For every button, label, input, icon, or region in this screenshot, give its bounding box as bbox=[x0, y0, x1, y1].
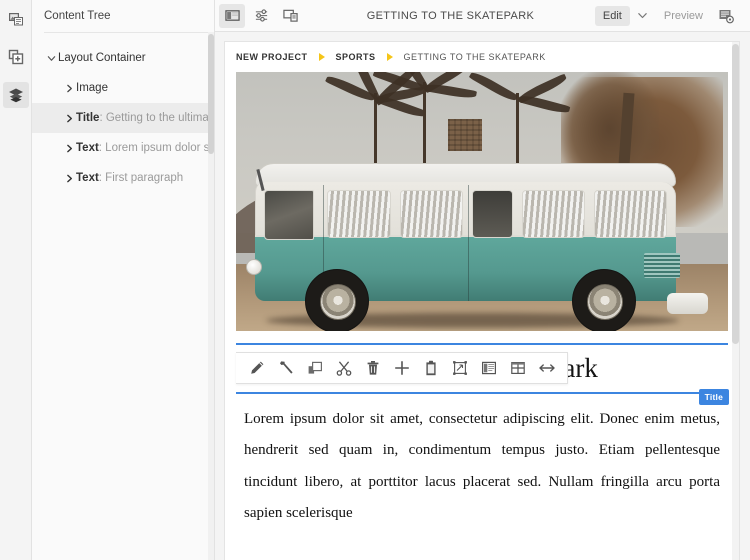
van-front-window bbox=[263, 189, 314, 240]
left-icon-rail bbox=[0, 0, 32, 560]
tree-item-layout-container[interactable]: Layout Container bbox=[32, 43, 214, 73]
van-window bbox=[521, 189, 586, 239]
app-root: Content Tree Layout Container Image Titl… bbox=[0, 0, 750, 560]
van-window-dark bbox=[472, 189, 513, 239]
chevron-right-icon[interactable] bbox=[62, 84, 76, 93]
delete-trash-icon[interactable] bbox=[358, 353, 387, 383]
palm-trunk bbox=[422, 82, 426, 166]
status-badge: Title bbox=[698, 388, 729, 405]
tree-item-text-lorem[interactable]: Text : Lorem ipsum dolor sit am bbox=[32, 133, 214, 163]
topbar-actions: Edit Preview bbox=[594, 4, 742, 28]
preview-button[interactable]: Preview bbox=[656, 6, 711, 26]
van-window bbox=[594, 189, 667, 239]
page-scrollbar-thumb[interactable] bbox=[732, 44, 739, 344]
van-window bbox=[399, 189, 464, 239]
responsive-device-icon[interactable] bbox=[277, 4, 303, 28]
van-bumper bbox=[666, 292, 708, 314]
breadcrumb: NEW PROJECT SPORTS GETTING TO THE SKATEP… bbox=[225, 42, 739, 72]
horizontal-resize-icon[interactable] bbox=[532, 353, 561, 383]
layers-icon[interactable] bbox=[2, 82, 29, 108]
chevron-right-icon[interactable] bbox=[62, 114, 76, 123]
image-block[interactable] bbox=[236, 72, 728, 331]
tree-item-label: Text bbox=[76, 142, 99, 154]
page-canvas: NEW PROJECT SPORTS GETTING TO THE SKATEP… bbox=[224, 41, 740, 560]
duplicate-icon[interactable] bbox=[300, 353, 329, 383]
stone-post bbox=[447, 118, 482, 151]
resize-transform-icon[interactable] bbox=[445, 353, 474, 383]
content-tree-header: Content Tree bbox=[32, 0, 214, 32]
breadcrumb-item-new-project[interactable]: NEW PROJECT bbox=[236, 52, 308, 62]
chevron-down-icon[interactable] bbox=[632, 5, 654, 27]
paragraph-text[interactable]: Lorem ipsum dolor sit amet, consectetur … bbox=[244, 404, 720, 530]
add-plus-icon[interactable] bbox=[387, 353, 416, 383]
tree-item-title[interactable]: Title : Getting to the ultimate ska bbox=[32, 103, 214, 133]
wrench-settings-icon[interactable] bbox=[271, 353, 300, 383]
tree-item-sublabel: : Lorem ipsum dolor sit am bbox=[98, 142, 214, 154]
tree-item-label: Text bbox=[76, 172, 99, 184]
van-rear-wheel bbox=[571, 268, 636, 331]
palm-trunk bbox=[516, 92, 520, 166]
breadcrumb-separator-icon bbox=[386, 53, 393, 61]
tree-item-sublabel: : Getting to the ultimate ska bbox=[99, 112, 214, 124]
content-tree-list: Layout Container Image Title : Getting t… bbox=[32, 33, 214, 193]
toggle-sidebar-icon[interactable] bbox=[219, 3, 245, 28]
tree-item-image[interactable]: Image bbox=[32, 73, 214, 103]
edit-mode-button[interactable]: Edit bbox=[594, 5, 630, 26]
tree-canopy-mid bbox=[560, 72, 660, 176]
van-engine-vent bbox=[644, 252, 681, 279]
page-settings-icon[interactable] bbox=[713, 4, 739, 28]
content-tree-title: Content Tree bbox=[44, 10, 111, 22]
breadcrumb-separator-icon bbox=[318, 53, 325, 61]
tree-item-label: Layout Container bbox=[58, 52, 146, 64]
content-tree-panel: Content Tree Layout Container Image Titl… bbox=[32, 0, 215, 560]
vw-van-illustration bbox=[245, 162, 708, 331]
tree-item-text-first-paragraph[interactable]: Text : First paragraph bbox=[32, 163, 214, 193]
van-window bbox=[327, 189, 391, 239]
settings-sliders-icon[interactable] bbox=[248, 4, 274, 28]
van-headlamp bbox=[245, 259, 262, 276]
breadcrumb-item-current: GETTING TO THE SKATEPARK bbox=[403, 52, 546, 62]
breadcrumb-item-sports[interactable]: SPORTS bbox=[336, 52, 376, 62]
cut-scissors-icon[interactable] bbox=[329, 353, 358, 383]
chevron-right-icon[interactable] bbox=[62, 144, 76, 153]
paragraph-block[interactable]: Lorem ipsum dolor sit amet, consectetur … bbox=[236, 404, 728, 530]
van-front-wheel bbox=[304, 268, 369, 331]
tree-item-label: Image bbox=[76, 82, 108, 94]
top-toolbar: GETTING TO THE SKATEPARK Edit Preview bbox=[215, 0, 750, 32]
media-library-icon[interactable] bbox=[3, 6, 29, 32]
chevron-down-icon[interactable] bbox=[44, 54, 58, 63]
paste-clipboard-icon[interactable] bbox=[416, 353, 445, 383]
grid-table-icon[interactable] bbox=[503, 353, 532, 383]
van-door-seam bbox=[467, 185, 470, 301]
tree-item-sublabel: : First paragraph bbox=[98, 172, 184, 184]
edit-pencil-icon[interactable] bbox=[242, 353, 271, 383]
tree-item-label: Title bbox=[76, 112, 100, 124]
chevron-right-icon[interactable] bbox=[62, 174, 76, 183]
add-content-icon[interactable] bbox=[3, 44, 29, 70]
element-toolbar bbox=[236, 352, 568, 384]
columns-layout-icon[interactable] bbox=[474, 353, 503, 383]
page-title: GETTING TO THE SKATEPARK bbox=[366, 9, 535, 22]
tree-scrollbar-thumb[interactable] bbox=[208, 34, 214, 154]
canvas-wrapper: NEW PROJECT SPORTS GETTING TO THE SKATEP… bbox=[215, 32, 750, 560]
main-area: GETTING TO THE SKATEPARK Edit Preview NE… bbox=[215, 0, 750, 560]
